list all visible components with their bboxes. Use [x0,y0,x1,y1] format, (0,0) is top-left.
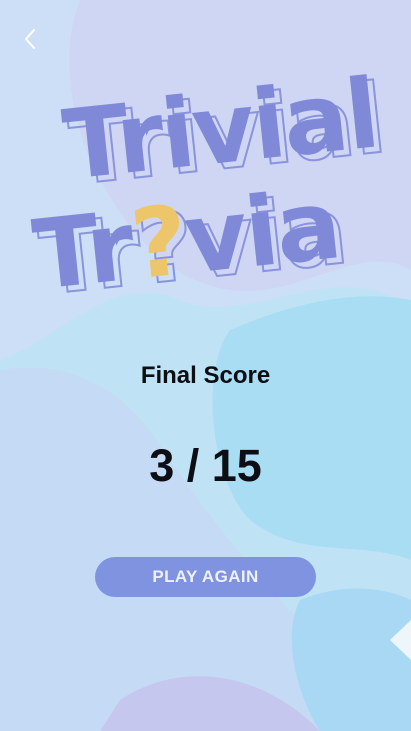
trivial-trivia-logo: Trivial Trivial Tr?via Tr?via [28,57,390,330]
final-score-screen: Trivial Trivial Tr?via Tr?via Final Scor… [0,0,411,731]
logo-line-2: Tr?via Tr?via [28,168,352,318]
logo-text-via: via [179,168,345,296]
final-score-label: Final Score [140,362,271,389]
score-value: 3 / 15 [149,440,262,491]
play-again-button[interactable]: PLAY AGAIN [95,557,316,597]
chevron-left-icon [25,29,35,49]
back-button[interactable] [14,22,48,56]
logo-text-tr: Tr [28,190,138,312]
